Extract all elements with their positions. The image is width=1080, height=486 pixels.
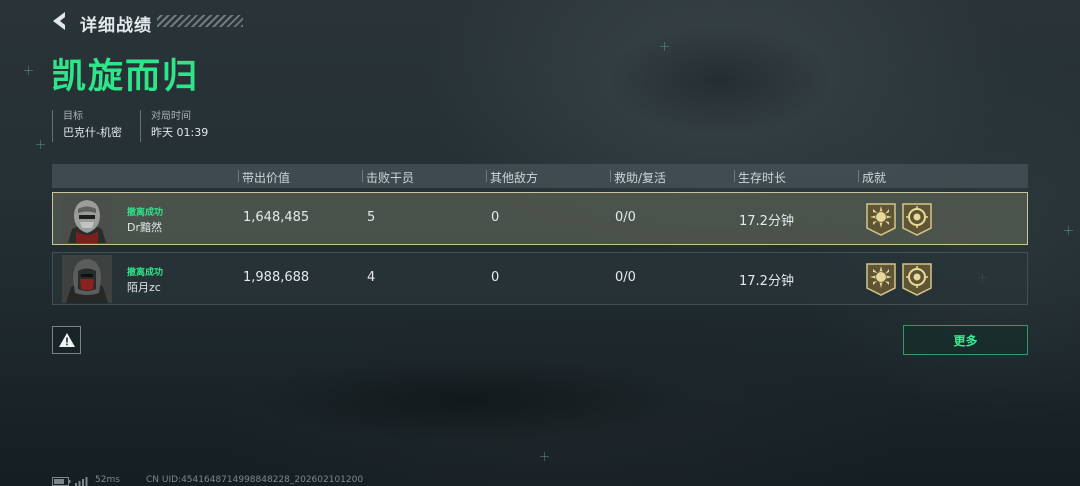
chevron-left-icon: [53, 12, 65, 30]
page-subtitle: 详细战绩: [80, 16, 152, 35]
column-divider: [238, 170, 239, 182]
extraction-status: 撤离成功: [127, 268, 164, 278]
survival-cell: 17.2分钟: [739, 214, 794, 229]
other-enemies-cell: 0: [491, 210, 500, 225]
column-divider: [362, 170, 363, 182]
column-header-assists: 救助/复活: [614, 171, 667, 185]
avatar: [62, 255, 112, 303]
column-header-achievements: 成就: [862, 171, 887, 185]
table-row[interactable]: 撤离成功 陌月zc 1,988,688 4 0 0/0 17.2分钟: [52, 252, 1028, 305]
result-title: 凯旋而归: [51, 57, 200, 96]
stats-table: 带出价值 击败干员 其他敌方 救助/复活 生存时长 成就 撤离成功 Dr黯然 1…: [52, 164, 1028, 305]
match-time-info: 对局时间 昨天 01:39: [140, 110, 208, 142]
sun-badge-icon[interactable]: [865, 262, 897, 296]
more-button[interactable]: 更多: [903, 325, 1028, 355]
decor-crosshair: [540, 452, 549, 461]
decor-crosshair: [24, 66, 33, 75]
background-soldiers: [150, 330, 800, 460]
avatar: [62, 195, 112, 243]
match-time-label: 对局时间: [151, 111, 191, 122]
column-divider: [734, 170, 735, 182]
column-divider: [610, 170, 611, 182]
warning-icon: [58, 333, 75, 347]
sun-badge-icon[interactable]: [865, 202, 897, 236]
target-info: 目标 巴克什-机密: [52, 110, 122, 142]
survival-cell: 17.2分钟: [739, 274, 794, 289]
crest-badge-icon[interactable]: [901, 262, 933, 296]
assists-cell: 0/0: [615, 210, 636, 225]
uid-text: CN UID:4541648714998848228_202602101200: [146, 475, 364, 485]
crest-badge-icon[interactable]: [901, 202, 933, 236]
player-name: 陌月zc: [127, 281, 161, 294]
background-structure: [600, 0, 960, 170]
column-divider: [858, 170, 859, 182]
column-header-survival: 生存时长: [738, 171, 787, 185]
assists-cell: 0/0: [615, 270, 636, 285]
player-name: Dr黯然: [127, 221, 162, 234]
table-header: 带出价值 击败干员 其他敌方 救助/复活 生存时长 成就: [52, 164, 1028, 188]
extraction-status: 撤离成功: [127, 208, 164, 218]
match-time-value: 昨天 01:39: [151, 126, 209, 139]
value-cell: 1,648,485: [243, 210, 310, 225]
kills-cell: 4: [367, 270, 376, 285]
ping-value: 52ms: [95, 475, 120, 485]
column-divider: [486, 170, 487, 182]
column-header-value: 带出价值: [242, 171, 291, 185]
decor-crosshair: [660, 42, 669, 51]
value-cell: 1,988,688: [243, 270, 310, 285]
decor-crosshair: [1064, 226, 1073, 235]
target-label: 目标: [63, 111, 83, 122]
kills-cell: 5: [367, 210, 376, 225]
table-row[interactable]: 撤离成功 Dr黯然 1,648,485 5 0 0/0 17.2分钟: [52, 192, 1028, 245]
other-enemies-cell: 0: [491, 270, 500, 285]
back-button[interactable]: [50, 10, 72, 32]
column-header-other-enemies: 其他敌方: [490, 171, 539, 185]
decor-crosshair: [36, 140, 45, 149]
report-button[interactable]: [52, 326, 81, 354]
target-value: 巴克什-机密: [63, 126, 122, 139]
battery-signal-icon: [52, 477, 88, 486]
decor-hatch: [157, 15, 243, 27]
column-header-kills: 击败干员: [366, 171, 415, 185]
